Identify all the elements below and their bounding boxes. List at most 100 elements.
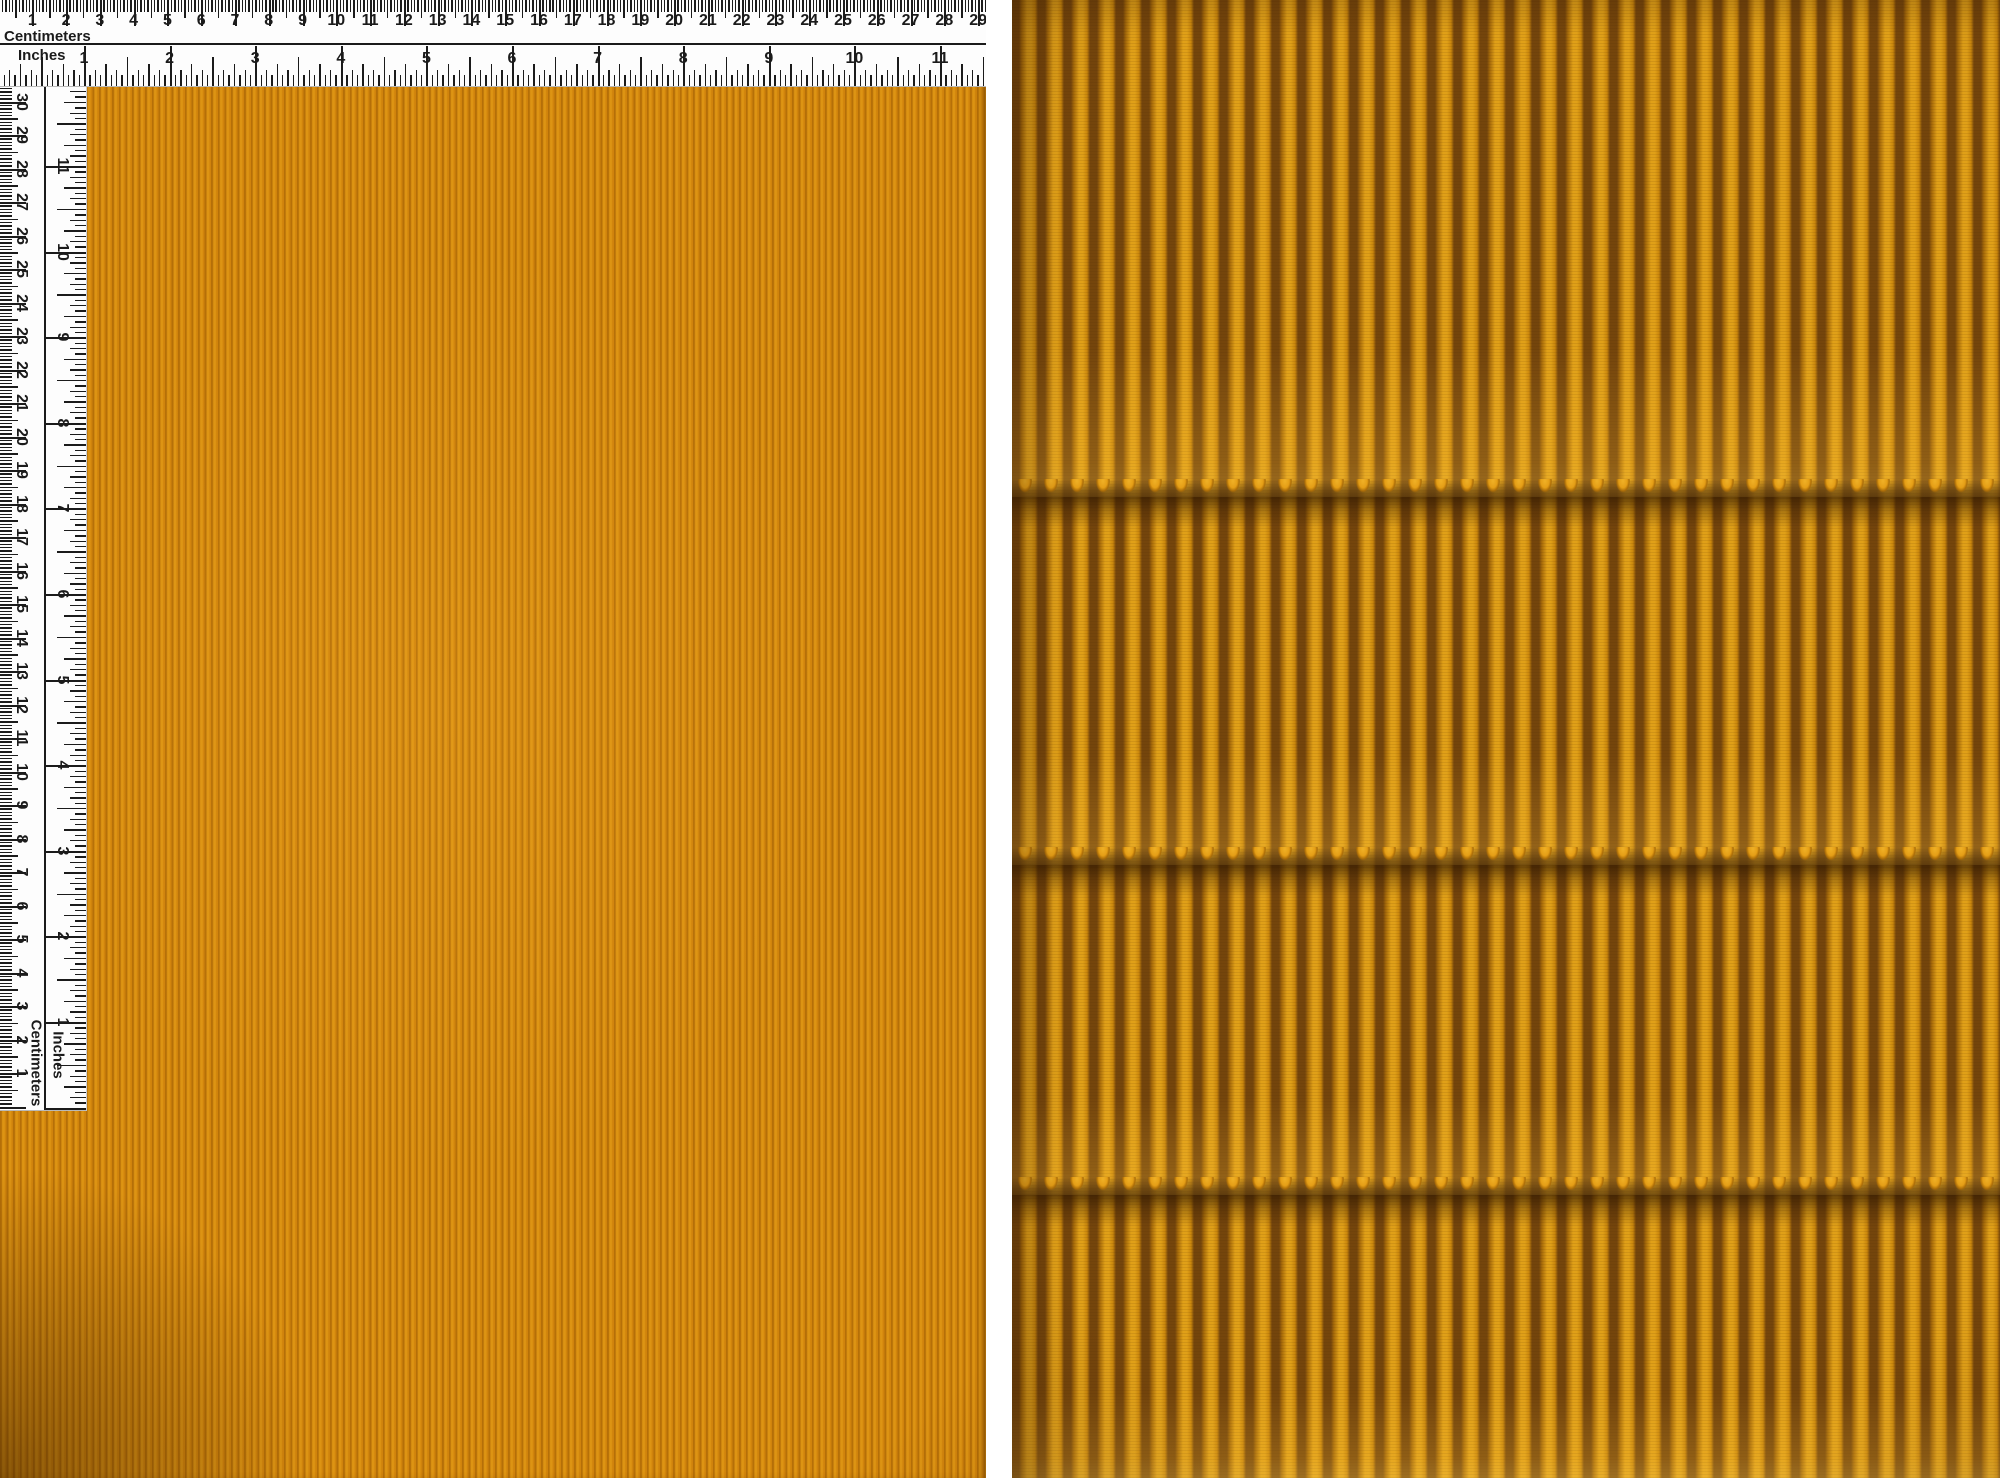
mm-tick — [0, 423, 12, 424]
inch-fraction-tick — [75, 599, 86, 600]
inch-fraction-tick — [75, 225, 86, 226]
mm-tick — [0, 725, 12, 726]
mm-tick — [0, 376, 12, 377]
mm-tick — [0, 822, 18, 823]
mm-tick — [42, 0, 43, 12]
mm-tick — [380, 0, 381, 12]
mm-tick — [9, 0, 10, 12]
mm-tick — [0, 1056, 18, 1057]
cm-number: 14 — [13, 629, 29, 647]
mm-tick — [661, 0, 662, 12]
inch-fraction-tick — [860, 75, 861, 86]
mm-tick — [0, 919, 12, 920]
mm-tick — [0, 952, 12, 953]
inch-fraction-tick — [70, 1076, 86, 1077]
mm-tick — [0, 1103, 12, 1104]
mm-tick — [0, 668, 12, 669]
inch-fraction-tick — [282, 75, 283, 86]
inch-fraction-tick — [73, 70, 74, 86]
mm-tick — [965, 0, 966, 12]
inch-fraction-tick — [75, 835, 86, 836]
cm-number: 10 — [327, 13, 345, 29]
mm-tick — [390, 0, 391, 12]
mm-tick — [140, 0, 141, 12]
mm-tick — [83, 0, 84, 18]
mm-tick — [164, 0, 165, 12]
inch-fraction-tick — [75, 396, 86, 397]
folded-fabric-panel — [1012, 0, 2000, 1478]
inch-fraction-tick — [75, 985, 86, 986]
inch-fraction-tick — [75, 118, 86, 119]
inch-fraction-tick — [75, 717, 86, 718]
mm-tick — [130, 0, 131, 12]
inch-fraction-tick — [75, 557, 86, 558]
inch-fraction-tick — [218, 75, 219, 86]
mm-tick — [596, 0, 597, 12]
mm-tick — [0, 949, 12, 950]
mm-tick — [0, 88, 12, 89]
mm-tick — [863, 0, 864, 12]
inch-fraction-tick — [742, 75, 743, 86]
inch-fraction-tick — [64, 744, 86, 745]
mm-tick — [56, 0, 57, 12]
inch-fraction-tick — [977, 75, 978, 86]
inch-fraction-tick — [705, 64, 706, 86]
mm-tick — [813, 0, 814, 12]
inch-fraction-tick — [293, 75, 294, 86]
mm-tick — [593, 0, 594, 12]
mm-tick — [363, 0, 364, 12]
inch-fraction-tick — [75, 385, 86, 386]
panel-gutter — [986, 0, 1012, 1478]
mm-tick — [0, 788, 18, 789]
inch-fraction-tick — [75, 129, 86, 130]
cm-number: 19 — [13, 461, 29, 479]
mm-tick — [0, 782, 12, 783]
cm-number: 28 — [935, 13, 953, 29]
cm-number: 21 — [13, 394, 29, 412]
mm-tick — [191, 0, 192, 12]
inch-fraction-tick — [560, 75, 561, 86]
inch-fraction-tick — [70, 690, 86, 691]
inch-fraction-tick — [64, 958, 86, 959]
mm-tick — [779, 0, 780, 12]
mm-tick — [0, 316, 12, 317]
inch-fraction-tick — [95, 70, 96, 86]
mm-tick — [0, 966, 12, 967]
mm-tick — [0, 544, 12, 545]
mm-tick — [694, 0, 695, 12]
mm-tick — [725, 0, 726, 18]
inch-fraction-tick — [913, 75, 914, 86]
inch-fraction-tick — [70, 155, 86, 156]
inch-fraction-tick — [70, 327, 86, 328]
inch-fraction-tick — [75, 407, 86, 408]
mm-tick — [0, 1036, 12, 1037]
mm-tick — [0, 497, 12, 498]
mm-tick — [424, 0, 425, 12]
cm-number: 27 — [902, 13, 920, 29]
mm-tick — [0, 433, 12, 434]
inch-fraction-tick — [876, 64, 877, 86]
inch-fraction-tick — [70, 626, 86, 627]
mm-tick — [0, 845, 12, 846]
inch-fraction-tick — [75, 375, 86, 376]
mm-tick — [407, 0, 408, 12]
inch-fraction-tick — [75, 460, 86, 461]
mm-tick — [667, 0, 668, 12]
inch-fraction-tick — [287, 70, 288, 86]
mm-tick — [0, 500, 12, 501]
inch-fraction-tick — [844, 70, 845, 86]
cm-number: 17 — [564, 13, 582, 29]
mm-tick — [938, 0, 939, 12]
inch-fraction-tick — [41, 57, 42, 86]
mm-tick — [0, 339, 12, 340]
inch-fraction-tick — [75, 856, 86, 857]
mm-tick — [0, 795, 12, 796]
cm-number: 18 — [598, 13, 616, 29]
cm-number: 2 — [13, 1035, 29, 1044]
inch-number: 4 — [54, 761, 70, 770]
inch-fraction-tick — [774, 75, 775, 86]
inch-number: 9 — [764, 51, 773, 67]
mm-tick — [0, 343, 12, 344]
mm-tick — [576, 0, 577, 12]
mm-tick — [732, 0, 733, 12]
